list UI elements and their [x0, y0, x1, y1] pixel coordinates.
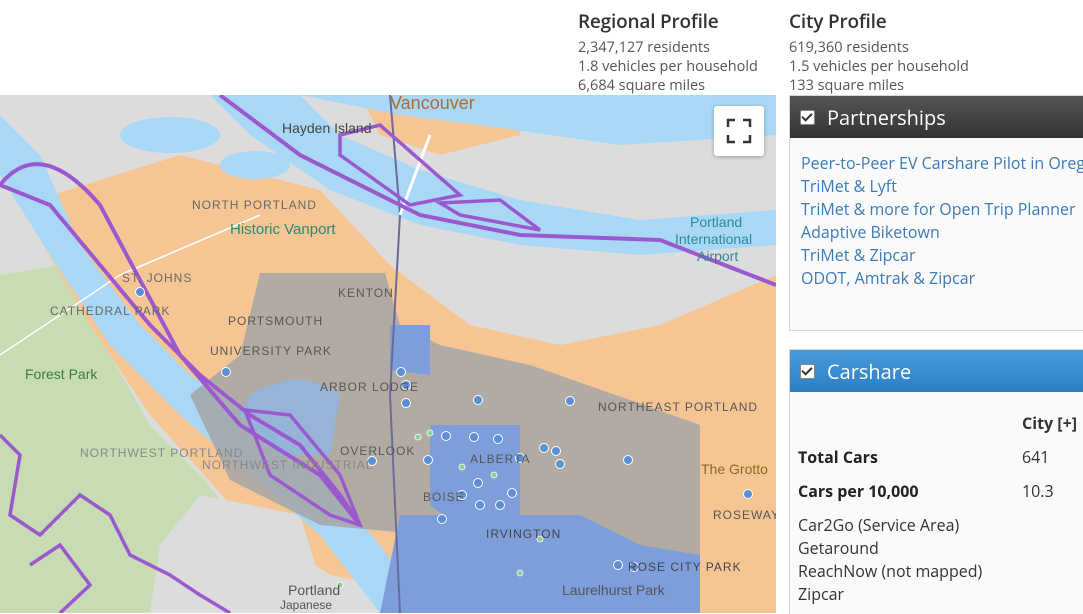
map-label-portland: Portland	[288, 582, 340, 598]
carshare-header[interactable]: Carshare	[790, 350, 1083, 392]
carshare-panel: Carshare City [+] Total Cars 641 Cars pe…	[789, 349, 1083, 614]
regional-vehicles: 1.8 vehicles per household	[578, 57, 758, 76]
fullscreen-button[interactable]	[714, 106, 764, 156]
map-marker[interactable]	[437, 514, 447, 524]
map-label-northwest-industrial: NORTHWEST INDUSTRIAL	[202, 458, 374, 472]
partnership-link[interactable]: TriMet & more for Open Trip Planner	[801, 198, 1083, 221]
table-row: Cars per 10,000 10.3	[798, 474, 1077, 508]
cars-per-10000-label: Cars per 10,000	[798, 480, 919, 502]
city-area: 133 square miles	[789, 76, 905, 95]
total-cars-value: 641	[1022, 446, 1050, 468]
map-lake-1	[120, 117, 220, 153]
map[interactable]: Vancouver Hayden Island NORTH PORTLAND H…	[0, 95, 776, 613]
map-marker[interactable]	[135, 287, 145, 297]
partnership-link[interactable]: TriMet & Zipcar	[801, 244, 1083, 267]
regional-area: 6,684 square miles	[578, 76, 706, 95]
map-label-hayden-island: Hayden Island	[282, 120, 372, 136]
city-vehicles: 1.5 vehicles per household	[789, 57, 969, 76]
map-marker[interactable]	[551, 446, 561, 456]
provider-item: Zipcar	[798, 583, 845, 605]
partnership-link[interactable]: Peer-to-Peer EV Carshare Pilot in Oregon	[801, 152, 1083, 175]
partnerships-header[interactable]: Partnerships	[790, 96, 1083, 138]
map-green-marker[interactable]	[414, 433, 422, 441]
provider-item: Getaround	[798, 537, 879, 559]
map-marker[interactable]	[475, 500, 485, 510]
partnerships-list: Peer-to-Peer EV Carshare Pilot in Oregon…	[790, 138, 1083, 290]
provider-item: ReachNow (not mapped)	[798, 560, 983, 582]
partnerships-checkbox[interactable]	[800, 109, 815, 125]
map-label-overlook: OVERLOOK	[340, 444, 415, 458]
cars-per-10000-value: 10.3	[1022, 480, 1054, 502]
map-label-laurelhurst: Laurelhurst Park	[562, 582, 666, 598]
map-marker[interactable]	[396, 367, 406, 377]
map-lake-2	[220, 151, 290, 179]
map-marker[interactable]	[221, 367, 231, 377]
map-label-rose-city-park: ROSE CITY PARK	[628, 560, 742, 574]
map-marker[interactable]	[473, 478, 483, 488]
map-marker[interactable]	[469, 432, 479, 442]
map-marker[interactable]	[613, 560, 623, 570]
map-label-boise: BOISE	[423, 490, 465, 504]
map-green-marker[interactable]	[490, 471, 498, 479]
map-marker[interactable]	[623, 455, 633, 465]
map-marker[interactable]	[539, 443, 549, 453]
partnerships-title: Partnerships	[827, 103, 946, 131]
map-green-marker[interactable]	[426, 429, 434, 437]
map-label-university-park: UNIVERSITY PARK	[210, 344, 332, 358]
carshare-providers: Car2Go (Service Area) Getaround ReachNow…	[798, 514, 1083, 606]
regional-residents: 2,347,127 residents	[578, 38, 710, 57]
partnerships-panel: Partnerships Peer-to-Peer EV Carshare Pi…	[789, 95, 1083, 331]
map-label-st-johns: ST. JOHNS	[122, 271, 192, 285]
map-marker[interactable]	[565, 396, 575, 406]
map-marker[interactable]	[401, 398, 411, 408]
partnership-link[interactable]: TriMet & Lyft	[801, 175, 1083, 198]
map-label-airport-line2: International	[675, 231, 752, 247]
carshare-title: Carshare	[827, 357, 912, 385]
map-label-arbor-lodge: ARBOR LODGE	[320, 380, 419, 394]
regional-profile: Regional Profile 2,347,127 residents 1.8…	[578, 8, 758, 95]
map-label-japanese: Japanese	[280, 598, 332, 612]
map-marker[interactable]	[493, 434, 503, 444]
partnership-link[interactable]: ODOT, Amtrak & Zipcar	[801, 267, 1083, 290]
city-profile: City Profile 619,360 residents 1.5 vehic…	[789, 8, 969, 95]
map-label-vancouver: Vancouver	[390, 95, 475, 113]
map-marker[interactable]	[555, 459, 565, 469]
carshare-table: City [+] Total Cars 641 Cars per 10,000 …	[798, 406, 1077, 508]
map-label-historic-vanport: Historic Vanport	[230, 221, 336, 238]
table-row: Total Cars 641	[798, 440, 1077, 474]
regional-profile-title: Regional Profile	[578, 8, 719, 34]
map-label-kenton: KENTON	[338, 286, 394, 300]
carshare-city-expand[interactable]: City [+]	[1022, 406, 1077, 440]
city-residents: 619,360 residents	[789, 38, 909, 57]
provider-item: Car2Go (Service Area)	[798, 514, 960, 536]
map-label-north-portland: NORTH PORTLAND	[192, 198, 317, 212]
map-marker[interactable]	[507, 488, 517, 498]
map-marker[interactable]	[743, 489, 753, 499]
fullscreen-icon	[726, 118, 752, 144]
map-label-roseway: ROSEWAY	[713, 508, 776, 522]
map-marker[interactable]	[473, 395, 483, 405]
carshare-checkbox[interactable]	[800, 363, 815, 379]
city-profile-title: City Profile	[789, 8, 887, 34]
map-canvas[interactable]: Vancouver Hayden Island NORTH PORTLAND H…	[0, 95, 776, 613]
map-label-airport-line1: Portland	[690, 214, 742, 230]
map-label-the-grotto: The Grotto	[701, 461, 768, 477]
map-label-irvington: IRVINGTON	[486, 527, 561, 541]
map-label-cathedral-park: CATHEDRAL PARK	[50, 304, 170, 318]
map-label-forest-park: Forest Park	[25, 366, 98, 382]
map-label-northeast-portland: NORTHEAST PORTLAND	[598, 400, 758, 414]
partnership-link[interactable]: Adaptive Biketown	[801, 221, 1083, 244]
map-label-alberta: ALBERTA	[470, 452, 531, 466]
map-green-marker[interactable]	[516, 569, 524, 577]
map-green-marker[interactable]	[458, 463, 466, 471]
carshare-table-header-row: City [+]	[798, 406, 1077, 440]
map-marker[interactable]	[495, 500, 505, 510]
map-marker[interactable]	[441, 431, 451, 441]
map-label-portsmouth: PORTSMOUTH	[228, 314, 323, 328]
map-marker[interactable]	[423, 455, 433, 465]
total-cars-label: Total Cars	[798, 446, 878, 468]
map-blue-zone-1	[390, 325, 430, 375]
carshare-empty-header	[798, 406, 1022, 440]
map-label-airport-line3: Airport	[697, 248, 738, 264]
